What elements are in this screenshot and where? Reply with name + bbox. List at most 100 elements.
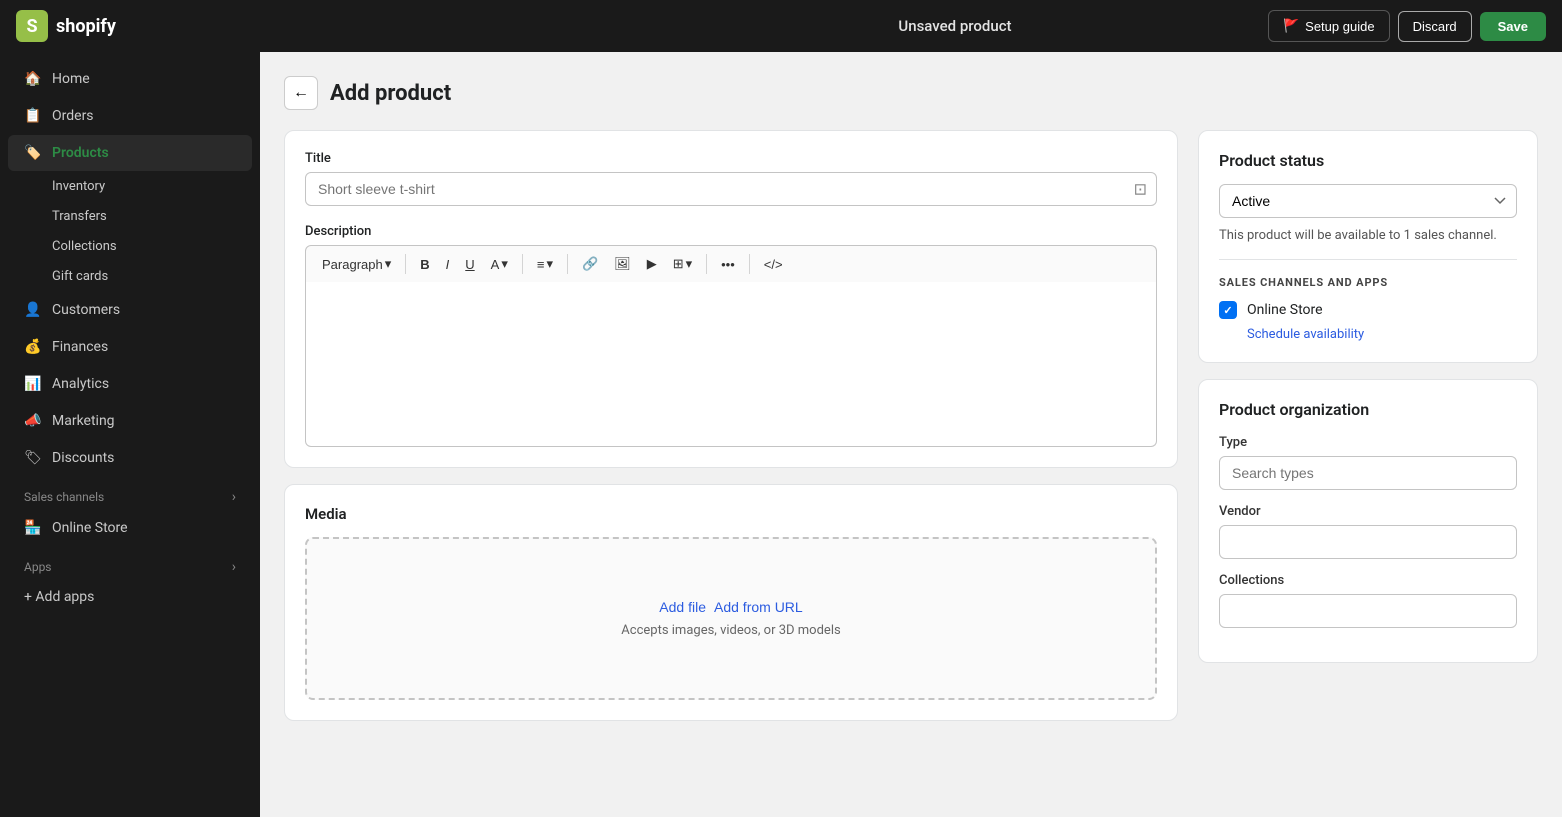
title-input-wrap: ⊡ [305, 172, 1157, 206]
add-url-button[interactable]: Add from URL [714, 599, 803, 615]
description-section: Description Paragraph ▾ B I U A [305, 224, 1157, 447]
setup-guide-button[interactable]: 🚩 Setup guide [1268, 10, 1390, 42]
analytics-icon: 📊 [24, 375, 42, 393]
flag-icon: 🚩 [1283, 18, 1299, 34]
type-label: Type [1219, 435, 1517, 450]
toolbar-divider-2 [522, 254, 523, 274]
channel-row: Online Store [1219, 301, 1517, 319]
apps-expand-icon[interactable]: › [232, 559, 236, 575]
online-store-checkbox[interactable] [1219, 301, 1237, 319]
font-color-chevron: ▾ [501, 256, 508, 272]
online-store-icon: 🏪 [24, 519, 42, 537]
toolbar-divider-1 [405, 254, 406, 274]
sidebar-item-discounts[interactable]: 🏷 Discounts [8, 440, 252, 476]
toolbar-divider-5 [749, 254, 750, 274]
description-toolbar: Paragraph ▾ B I U A ▾ [305, 245, 1157, 282]
topbar-actions: 🚩 Setup guide Discard Save [1268, 10, 1546, 42]
type-input[interactable] [1219, 456, 1517, 490]
media-drop-links: Add file Add from URL [327, 599, 1135, 615]
schedule-availability-link[interactable]: Schedule availability [1219, 327, 1517, 342]
sidebar-item-products[interactable]: 🏷️ Products [8, 135, 252, 171]
divider [1219, 259, 1517, 260]
sidebar-item-gift-cards[interactable]: Gift cards [8, 262, 252, 291]
type-field: Type [1219, 435, 1517, 490]
description-body[interactable] [305, 282, 1157, 447]
bold-button[interactable]: B [414, 253, 435, 276]
sidebar-item-collections[interactable]: Collections [8, 232, 252, 261]
media-title: Media [305, 505, 1157, 523]
collections-input[interactable] [1219, 594, 1517, 628]
left-column: Title ⊡ Description Paragraph ▾ [284, 130, 1178, 737]
media-hint: Accepts images, videos, or 3D models [327, 623, 1135, 638]
sidebar-item-customers[interactable]: 👤 Customers [8, 292, 252, 328]
description-label: Description [305, 224, 1157, 239]
italic-button[interactable]: I [440, 253, 456, 276]
save-button[interactable]: Save [1480, 12, 1546, 41]
sidebar-item-add-apps[interactable]: + Add apps [8, 580, 252, 614]
align-button[interactable]: ≡ ▾ [531, 252, 559, 276]
topbar: S shopify Unsaved product 🚩 Setup guide … [0, 0, 1562, 52]
right-panel: Product status Active Draft This product… [1198, 130, 1538, 737]
collections-field: Collections [1219, 573, 1517, 628]
marketing-icon: 📣 [24, 412, 42, 430]
code-button[interactable]: </> [758, 253, 789, 276]
sidebar-item-inventory[interactable]: Inventory [8, 172, 252, 201]
vendor-field: Vendor [1219, 504, 1517, 559]
font-color-button[interactable]: A ▾ [485, 252, 514, 276]
paragraph-chevron-icon: ▾ [385, 256, 392, 272]
status-hint: This product will be available to 1 sale… [1219, 228, 1517, 243]
products-icon: 🏷️ [24, 144, 42, 162]
add-file-button[interactable]: Add file [659, 599, 706, 615]
more-button[interactable]: ••• [715, 253, 741, 276]
page-title: Add product [330, 81, 451, 106]
logo-text: shopify [56, 16, 116, 37]
title-label: Title [305, 151, 1157, 166]
table-chevron: ▾ [686, 256, 693, 272]
collections-org-label: Collections [1219, 573, 1517, 588]
sales-channels-expand-icon[interactable]: › [232, 489, 236, 505]
sales-channels-section: Sales channels › [0, 477, 260, 509]
sidebar-item-analytics[interactable]: 📊 Analytics [8, 366, 252, 402]
table-button[interactable]: ⊞ ▾ [667, 252, 698, 276]
sidebar-item-online-store[interactable]: 🏪 Online Store [8, 510, 252, 546]
page-document-title: Unsaved product [642, 17, 1268, 35]
online-store-channel-label: Online Store [1247, 302, 1323, 318]
home-icon: 🏠 [24, 70, 42, 88]
underline-button[interactable]: U [459, 253, 480, 276]
apps-section: Apps › [0, 547, 260, 579]
product-organization-card: Product organization Type Vendor Collect… [1198, 379, 1538, 663]
customers-icon: 👤 [24, 301, 42, 319]
back-button[interactable]: ← [284, 76, 318, 110]
sidebar-item-transfers[interactable]: Transfers [8, 202, 252, 231]
toolbar-divider-3 [567, 254, 568, 274]
content-grid: Title ⊡ Description Paragraph ▾ [284, 130, 1538, 737]
vendor-label: Vendor [1219, 504, 1517, 519]
status-select[interactable]: Active Draft [1219, 184, 1517, 218]
toolbar-divider-4 [706, 254, 707, 274]
title-input[interactable] [305, 172, 1157, 206]
media-card: Media Add file Add from URL Accepts imag… [284, 484, 1178, 721]
paragraph-dropdown[interactable]: Paragraph ▾ [316, 252, 397, 276]
logo-icon: S [16, 10, 48, 42]
sidebar-item-orders[interactable]: 📋 Orders [8, 98, 252, 134]
ai-icon: ⊡ [1134, 180, 1147, 199]
orders-icon: 📋 [24, 107, 42, 125]
discounts-icon: 🏷 [24, 449, 42, 467]
sales-channels-label: SALES CHANNELS AND APPS [1219, 276, 1517, 289]
product-status-card: Product status Active Draft This product… [1198, 130, 1538, 363]
video-button[interactable]: ▶ [641, 252, 663, 276]
org-title: Product organization [1219, 400, 1517, 419]
sidebar-item-home[interactable]: 🏠 Home [8, 61, 252, 97]
product-status-title: Product status [1219, 151, 1517, 170]
finances-icon: 💰 [24, 338, 42, 356]
vendor-input[interactable] [1219, 525, 1517, 559]
sidebar-item-marketing[interactable]: 📣 Marketing [8, 403, 252, 439]
discard-button[interactable]: Discard [1398, 11, 1472, 42]
sidebar: 🏠 Home 📋 Orders 🏷️ Products Inventory Tr… [0, 52, 260, 817]
link-button[interactable]: 🔗 [576, 252, 604, 276]
sidebar-item-finances[interactable]: 💰 Finances [8, 329, 252, 365]
main-content: ← Add product Title ⊡ Description [260, 52, 1562, 817]
layout: 🏠 Home 📋 Orders 🏷️ Products Inventory Tr… [0, 52, 1562, 817]
media-drop-zone[interactable]: Add file Add from URL Accepts images, vi… [305, 537, 1157, 700]
image-button[interactable]: 🖼 [608, 252, 637, 276]
